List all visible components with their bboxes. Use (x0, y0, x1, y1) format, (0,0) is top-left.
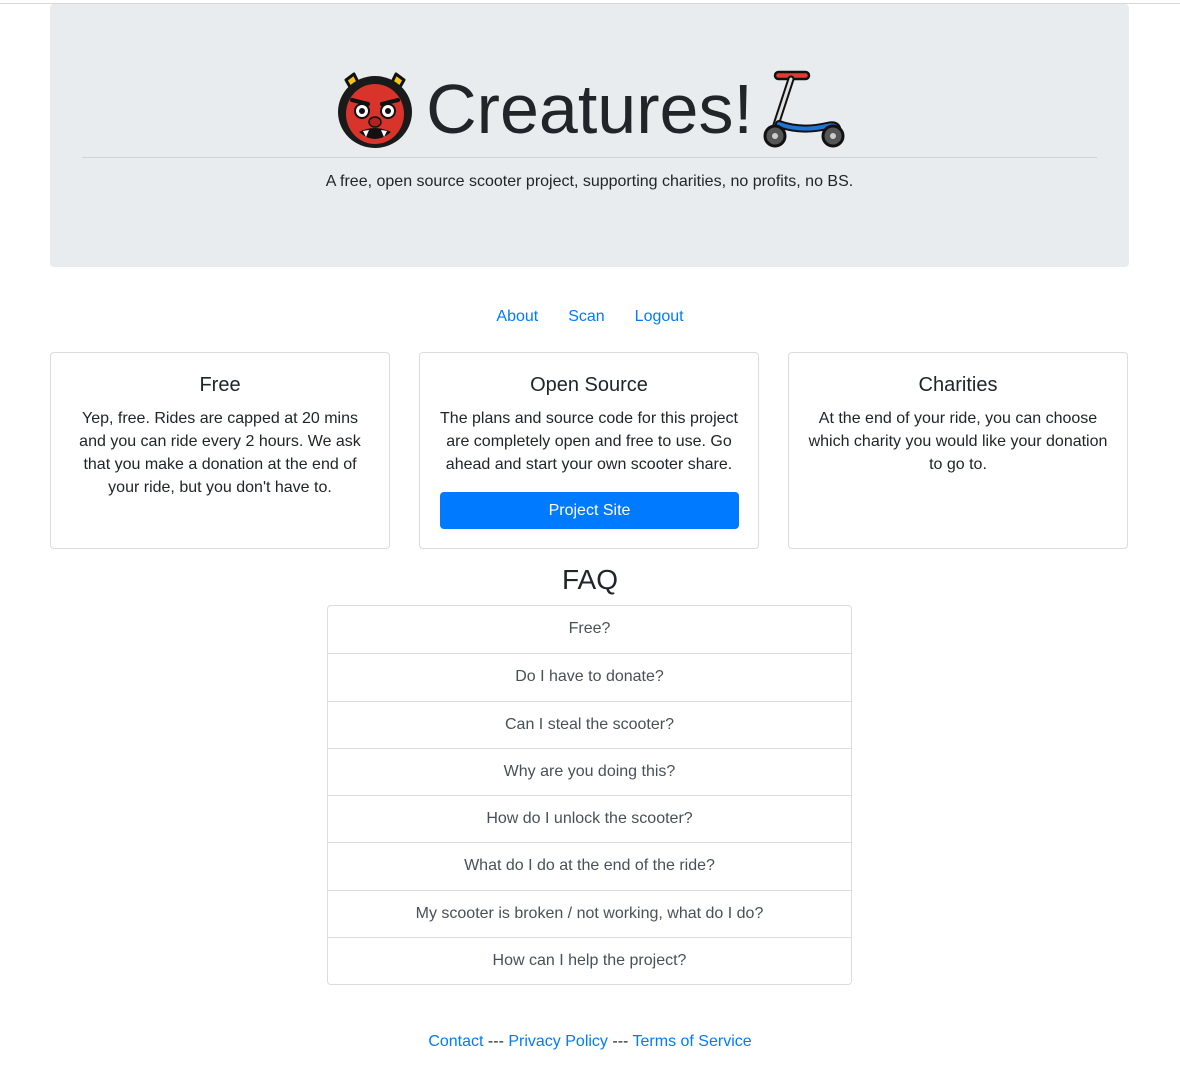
faq-item[interactable]: What do I do at the end of the ride? (328, 842, 851, 890)
card-title: Charities (918, 374, 998, 396)
footer: Contact --- Privacy Policy --- Terms of … (0, 1030, 1180, 1054)
faq-heading: FAQ (561, 564, 618, 595)
faq-item[interactable]: Free? (328, 606, 851, 654)
kick-scooter-icon (763, 70, 845, 148)
card-open-source: Open Source The plans and source code fo… (419, 352, 759, 549)
faq-list: Free? Do I have to donate? Can I steal t… (327, 605, 852, 986)
faq-item[interactable]: Why are you doing this? (328, 747, 851, 796)
card-free: Free Yep, free. Rides are capped at 20 m… (50, 352, 390, 549)
nav-scan-link[interactable]: Scan (553, 305, 619, 329)
contact-link[interactable]: Contact (428, 1033, 483, 1050)
footer-separator: --- (483, 1033, 509, 1050)
header-divider (82, 157, 1097, 158)
main-nav: About Scan Logout (0, 305, 1180, 329)
card-title: Free (199, 374, 241, 396)
title-row: Creatures! (50, 66, 1129, 152)
nav-logout-link[interactable]: Logout (620, 305, 699, 329)
project-site-button[interactable]: Project Site (440, 492, 739, 529)
card-text: Yep, free. Rides are capped at 20 mins a… (79, 410, 361, 496)
nav-about-link[interactable]: About (481, 305, 553, 329)
card-text: The plans and source code for this proje… (440, 410, 738, 473)
faq-item[interactable]: How can I help the project? (328, 937, 851, 985)
faq-item[interactable]: Can I steal the scooter? (328, 700, 851, 748)
terms-of-service-link[interactable]: Terms of Service (633, 1033, 752, 1050)
tagline: A free, open source scooter project, sup… (325, 173, 854, 190)
card-text: At the end of your ride, you can choose … (808, 410, 1108, 473)
page-title: Creatures! (426, 70, 753, 148)
footer-separator: --- (607, 1033, 633, 1050)
faq-item[interactable]: How do I unlock the scooter? (328, 795, 851, 843)
card-title: Open Source (530, 374, 648, 396)
faq-item[interactable]: Do I have to donate? (328, 653, 851, 701)
card-charities: Charities At the end of your ride, you c… (788, 352, 1128, 549)
ogre-icon (338, 72, 413, 148)
faq-item[interactable]: My scooter is broken / not working, what… (328, 889, 851, 938)
privacy-policy-link[interactable]: Privacy Policy (508, 1033, 608, 1050)
jumbotron-header: Creatures! A free, open source scooter p… (50, 4, 1129, 267)
